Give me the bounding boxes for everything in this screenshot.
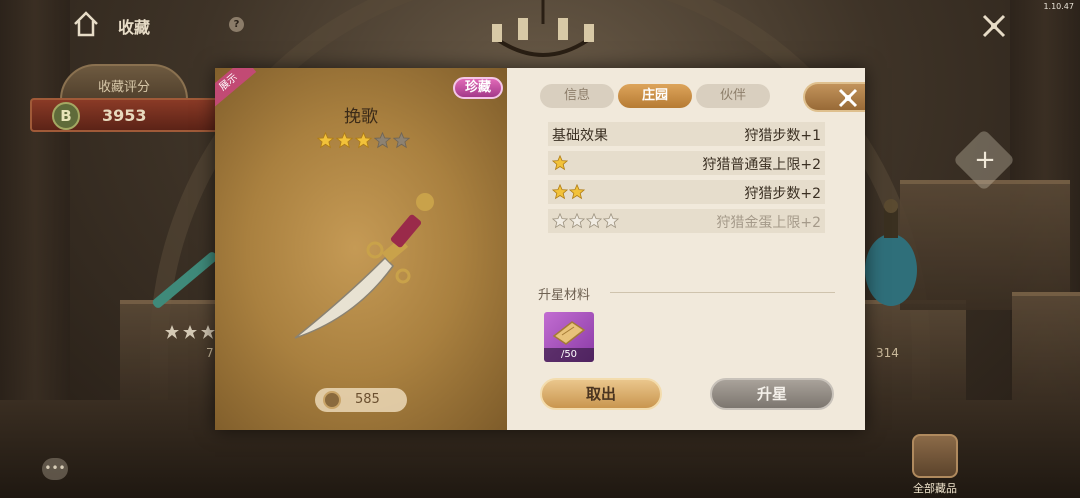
effect-stars — [552, 184, 585, 200]
coin-icon — [323, 391, 341, 409]
dagger-icon — [294, 193, 434, 339]
effect-row-2-star: 狩猎步数+2 — [548, 180, 825, 204]
material-count: /50 — [544, 348, 594, 362]
item-detail-modal: 展示 珍藏 挽歌 585 信息 庄园 伙伴 基础效果 狩猎步数+1 狩猎普通蛋上… — [215, 68, 865, 430]
plus-icon[interactable]: + — [971, 146, 999, 174]
close-icon — [838, 88, 858, 108]
withdraw-button[interactable]: 取出 — [540, 378, 662, 410]
upgrade-star-button[interactable]: 升星 — [710, 378, 834, 410]
star-icon — [552, 213, 568, 229]
rarity-badge: 珍藏 — [453, 77, 503, 99]
vase-icon — [865, 199, 917, 306]
version-label: 1.10.47 — [1043, 2, 1074, 11]
effect-value: 狩猎金蛋上限+2 — [716, 215, 821, 231]
item-preview-panel: 展示 珍藏 挽歌 585 — [215, 68, 507, 430]
right-pedestal-count: 314 — [876, 346, 899, 360]
star-icon — [603, 213, 619, 229]
effect-value: 狩猎普通蛋上限+2 — [702, 157, 821, 173]
coin-value-pill: 585 — [315, 388, 407, 412]
left-pedestal-count: 7 — [206, 346, 214, 360]
star-icon — [552, 155, 568, 171]
star-icon — [355, 132, 372, 149]
home-icon[interactable] — [72, 10, 100, 38]
chat-icon[interactable]: ••• — [42, 458, 68, 480]
effect-stars — [552, 155, 568, 171]
tab-info[interactable]: 信息 — [540, 84, 614, 108]
material-slot[interactable]: /50 — [544, 312, 594, 362]
flute-icon — [152, 252, 218, 308]
collection-score-badge: 收藏评分 B 3953 — [30, 64, 220, 148]
effect-row-base: 基础效果 狩猎步数+1 — [548, 122, 825, 146]
all-collections-label: 全部藏品 — [913, 482, 957, 495]
star-icon — [374, 132, 391, 149]
star-icon — [317, 132, 334, 149]
help-icon[interactable]: ? — [229, 17, 244, 32]
left-pedestal-stars — [165, 325, 215, 339]
tab-manor[interactable]: 庄园 — [618, 84, 692, 108]
scroll-icon — [552, 321, 586, 345]
star-icon — [552, 184, 568, 200]
star-icon — [569, 213, 585, 229]
close-button[interactable] — [803, 82, 865, 112]
materials-title: 升星材料 — [538, 288, 591, 303]
coin-value: 585 — [355, 392, 380, 407]
star-icon — [393, 132, 410, 149]
star-icon — [586, 213, 602, 229]
effect-value: 狩猎步数+1 — [744, 128, 821, 144]
item-info-panel: 信息 庄园 伙伴 基础效果 狩猎步数+1 狩猎普通蛋上限+2 狩猎步数+2 狩猎… — [507, 68, 865, 430]
background-close-icon[interactable] — [981, 13, 1007, 39]
collection-box-icon — [912, 434, 958, 478]
materials-divider — [610, 292, 835, 293]
star-icon — [336, 132, 353, 149]
item-star-rating — [317, 132, 417, 152]
tab-partner[interactable]: 伙伴 — [696, 84, 770, 108]
page-title: 收藏 — [118, 18, 151, 37]
score-grade: B — [52, 102, 80, 130]
effect-row-1-star: 狩猎普通蛋上限+2 — [548, 151, 825, 175]
chandelier-icon — [492, 0, 594, 57]
score-value: 3953 — [102, 106, 147, 125]
far-right-pedestal — [1012, 292, 1080, 402]
back-pedestal — [900, 180, 1070, 310]
effects-list: 基础效果 狩猎步数+1 狩猎普通蛋上限+2 狩猎步数+2 狩猎金蛋上限+2 — [548, 122, 825, 238]
all-collections-button[interactable]: 全部藏品 — [906, 432, 964, 495]
star-icon — [569, 184, 585, 200]
tab-bar: 信息 庄园 伙伴 — [540, 84, 770, 108]
effect-row-4-star: 狩猎金蛋上限+2 — [548, 209, 825, 233]
effect-stars — [552, 213, 619, 229]
effect-label: 基础效果 — [552, 128, 608, 144]
effect-value: 狩猎步数+2 — [744, 186, 821, 202]
item-name: 挽歌 — [344, 107, 378, 127]
